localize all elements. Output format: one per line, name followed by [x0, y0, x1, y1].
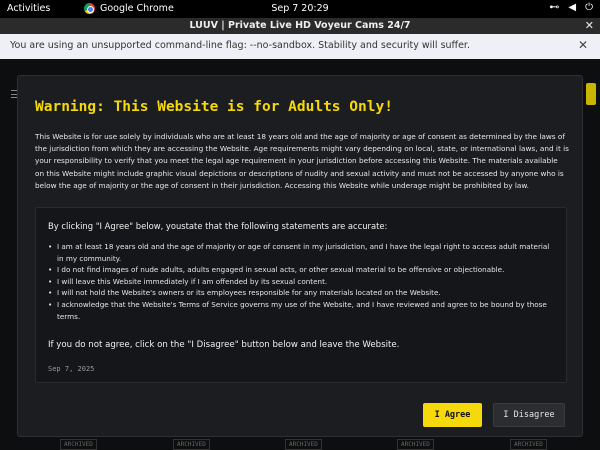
window-close-icon[interactable]: ✕ — [585, 18, 594, 34]
archived-badge: ARCHIVED — [510, 439, 547, 450]
statement-item: I do not find images of nude adults, adu… — [48, 264, 553, 276]
system-tray[interactable]: ⊷ ◀ ⏻ — [549, 2, 593, 13]
modal-title: Warning: This Website is for Adults Only… — [35, 99, 393, 115]
age-warning-modal: Warning: This Website is for Adults Only… — [17, 75, 583, 437]
statement-item: I am at least 18 years old and the age o… — [48, 241, 553, 264]
statement-item: I will leave this Website immediately if… — [48, 276, 553, 288]
statement-item: I will not hold the Website's owners or … — [48, 287, 553, 299]
system-top-bar: Activities Google Chrome Sep 7 20:29 ⊷ ◀… — [0, 0, 600, 18]
network-icon: ⊷ — [549, 2, 560, 13]
archived-badge: ARCHIVED — [173, 439, 210, 450]
archived-badge: ARCHIVED — [285, 439, 322, 450]
statements-panel: By clicking "I Agree" below, youstate th… — [35, 207, 567, 383]
statements-lead: By clicking "I Agree" below, youstate th… — [48, 221, 388, 231]
chrome-logo-icon — [84, 3, 95, 14]
archived-badge: ARCHIVED — [397, 439, 434, 450]
statements-list: I am at least 18 years old and the age o… — [48, 241, 553, 322]
disagree-button[interactable]: I Disagree — [493, 403, 565, 427]
leave-instruction: If you do not agree, click on the "I Dis… — [48, 340, 400, 350]
infobar-message: You are using an unsupported command-lin… — [10, 40, 470, 51]
modal-intro-text: This Website is for use solely by indivi… — [35, 132, 569, 190]
infobar-close-icon[interactable]: ✕ — [578, 38, 588, 52]
app-menu[interactable]: Google Chrome — [84, 3, 174, 14]
window-title-bar: LUUV | Private Live HD Voyeur Cams 24/7 … — [0, 18, 600, 34]
unsupported-flag-infobar: You are using an unsupported command-lin… — [0, 34, 600, 59]
app-name: Google Chrome — [100, 3, 174, 14]
statement-item: I acknowledge that the Website's Terms o… — [48, 299, 553, 322]
activities-button[interactable]: Activities — [7, 3, 50, 14]
archived-badge: ARCHIVED — [60, 439, 97, 450]
power-icon: ⏻ — [585, 2, 593, 13]
statement-date: Sep 7, 2025 — [48, 365, 95, 373]
agree-button[interactable]: I Agree — [423, 403, 482, 427]
window-title: LUUV | Private Live HD Voyeur Cams 24/7 — [189, 20, 411, 31]
side-tab-button[interactable] — [586, 83, 596, 105]
volume-icon: ◀ — [568, 2, 577, 13]
